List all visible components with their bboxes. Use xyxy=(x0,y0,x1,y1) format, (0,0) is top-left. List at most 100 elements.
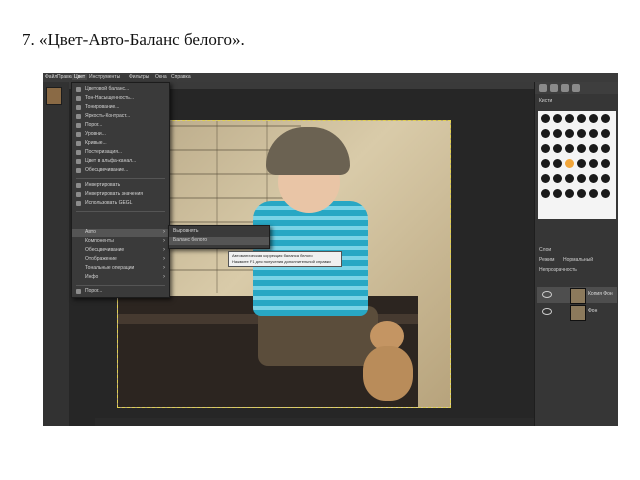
menu-filters[interactable]: Фильтры xyxy=(129,74,149,80)
menu-item-tone-mapping[interactable]: Тональные операции › xyxy=(72,265,169,273)
threshold-icon xyxy=(76,289,81,294)
submenu-arrow-icon: › xyxy=(163,229,165,235)
menu-item-threshold-2[interactable]: Порог... xyxy=(72,288,169,296)
menu-item-map[interactable]: Отображение › xyxy=(72,256,169,264)
menu-item-color-balance[interactable]: Цветовой баланс... xyxy=(72,86,169,94)
eye-icon[interactable] xyxy=(542,308,552,315)
menu-item-threshold[interactable]: Порог... xyxy=(72,122,169,130)
brush-swatch[interactable] xyxy=(589,159,598,168)
checkbox-icon xyxy=(76,183,81,188)
brush-swatch[interactable] xyxy=(553,129,562,138)
brush-swatch[interactable] xyxy=(565,114,574,123)
brush-swatch[interactable] xyxy=(577,174,586,183)
photo-teddy-bear xyxy=(363,346,413,401)
brush-swatch[interactable] xyxy=(541,144,550,153)
brush-swatch[interactable] xyxy=(601,129,610,138)
checkbox-icon xyxy=(76,201,81,206)
brush-swatch[interactable] xyxy=(589,129,598,138)
tooltip: Автоматическая коррекция баланса белого … xyxy=(228,251,342,267)
brush-swatch-selected[interactable] xyxy=(565,159,574,168)
brush-swatch[interactable] xyxy=(553,189,562,198)
menu-separator xyxy=(76,178,165,179)
brush-swatch[interactable] xyxy=(601,159,610,168)
submenu-arrow-icon: › xyxy=(163,265,165,271)
menu-item-use-gegl[interactable]: Использовать GEGL xyxy=(72,200,169,208)
menu-item-posterize[interactable]: Постеризация... xyxy=(72,149,169,157)
brush-swatch[interactable] xyxy=(577,144,586,153)
brush-swatch[interactable] xyxy=(565,129,574,138)
brush-swatch[interactable] xyxy=(565,144,574,153)
brush-swatch[interactable] xyxy=(601,189,610,198)
brush-swatch[interactable] xyxy=(589,174,598,183)
menu-item-levels[interactable]: Уровни... xyxy=(72,131,169,139)
menu-item-hue-saturation[interactable]: Тон-Насыщенность... xyxy=(72,95,169,103)
menu-separator xyxy=(76,285,165,286)
menu-item-desaturate[interactable]: Обесцвечивание... xyxy=(72,167,169,175)
menu-separator xyxy=(76,211,165,212)
menu-item-curves[interactable]: Кривые... xyxy=(72,140,169,148)
mode-select[interactable]: Нормальный xyxy=(563,257,593,263)
submenu-item-white-balance[interactable]: Баланс белого xyxy=(169,237,269,245)
brush-swatch[interactable] xyxy=(577,129,586,138)
menu-item-components[interactable]: Компоненты › xyxy=(72,238,169,246)
menu-item-desaturate-sub[interactable]: Обесцвечивание › xyxy=(72,247,169,255)
foreground-color-swatch[interactable] xyxy=(46,87,62,105)
brush-swatch[interactable] xyxy=(601,114,610,123)
brush-grid[interactable] xyxy=(538,111,616,219)
eye-icon[interactable] xyxy=(542,291,552,298)
color-balance-icon xyxy=(76,87,81,92)
fonts-tab-icon[interactable] xyxy=(561,84,569,92)
brush-swatch[interactable] xyxy=(541,114,550,123)
brush-swatch[interactable] xyxy=(565,174,574,183)
brush-swatch[interactable] xyxy=(541,189,550,198)
menu-windows[interactable]: Окна xyxy=(155,74,167,80)
brush-swatch[interactable] xyxy=(553,114,562,123)
opacity-label: Непрозрачность xyxy=(539,267,577,273)
brush-swatch[interactable] xyxy=(601,174,610,183)
gimp-window: Файл Правка Цвет Инструменты Фильтры Окн… xyxy=(43,73,618,426)
brush-swatch[interactable] xyxy=(553,174,562,183)
menu-item-value-invert[interactable]: Инвертировать значения xyxy=(72,191,169,199)
brush-swatch[interactable] xyxy=(589,114,598,123)
brightness-contrast-icon xyxy=(76,114,81,119)
menu-help[interactable]: Справка xyxy=(171,74,191,80)
brush-swatch[interactable] xyxy=(589,144,598,153)
submenu-item-equalize[interactable]: Выровнять xyxy=(169,228,269,236)
brush-swatch[interactable] xyxy=(553,144,562,153)
brush-swatch[interactable] xyxy=(577,159,586,168)
brush-swatch[interactable] xyxy=(541,129,550,138)
checkbox-icon xyxy=(76,192,81,197)
menu-file[interactable]: Файл xyxy=(45,74,57,80)
color-menu-dropdown: Цветовой баланс... Тон-Насыщенность... Т… xyxy=(71,82,170,298)
layer-row[interactable]: Копия Фон xyxy=(537,287,617,304)
brush-swatch[interactable] xyxy=(541,174,550,183)
levels-icon xyxy=(76,132,81,137)
brush-swatch[interactable] xyxy=(577,189,586,198)
menu-item-info[interactable]: Инфо › xyxy=(72,274,169,282)
layer-row[interactable]: Фон xyxy=(537,304,617,321)
patterns-tab-icon[interactable] xyxy=(550,84,558,92)
brush-swatch[interactable] xyxy=(553,159,562,168)
brush-swatch[interactable] xyxy=(589,189,598,198)
menu-tools[interactable]: Инструменты xyxy=(89,74,120,80)
brushes-panel-label: Кисти xyxy=(539,98,553,104)
submenu-arrow-icon: › xyxy=(163,247,165,253)
menu-item-brightness-contrast[interactable]: Яркость-Контраст... xyxy=(72,113,169,121)
auto-submenu: Выровнять Баланс белого xyxy=(168,225,270,249)
tooltip-line-2: Нажмите F1 для получения дополнительной … xyxy=(232,259,331,264)
menu-item-invert[interactable]: Инвертировать xyxy=(72,182,169,190)
submenu-arrow-icon: › xyxy=(163,274,165,280)
colorize-icon xyxy=(76,105,81,110)
gradients-tab-icon[interactable] xyxy=(572,84,580,92)
menu-item-auto[interactable]: Авто › xyxy=(72,229,169,237)
hue-saturation-icon xyxy=(76,96,81,101)
brush-swatch[interactable] xyxy=(577,114,586,123)
menu-item-color-to-alpha[interactable]: Цвет в альфа-канал... xyxy=(72,158,169,166)
menu-color[interactable]: Цвет xyxy=(72,74,88,80)
brush-swatch[interactable] xyxy=(565,189,574,198)
menu-item-colorize[interactable]: Тонирование... xyxy=(72,104,169,112)
brushes-tab-icon[interactable] xyxy=(539,84,547,92)
brush-swatch[interactable] xyxy=(601,144,610,153)
brush-swatch[interactable] xyxy=(541,159,550,168)
dock-tabs xyxy=(535,82,618,94)
